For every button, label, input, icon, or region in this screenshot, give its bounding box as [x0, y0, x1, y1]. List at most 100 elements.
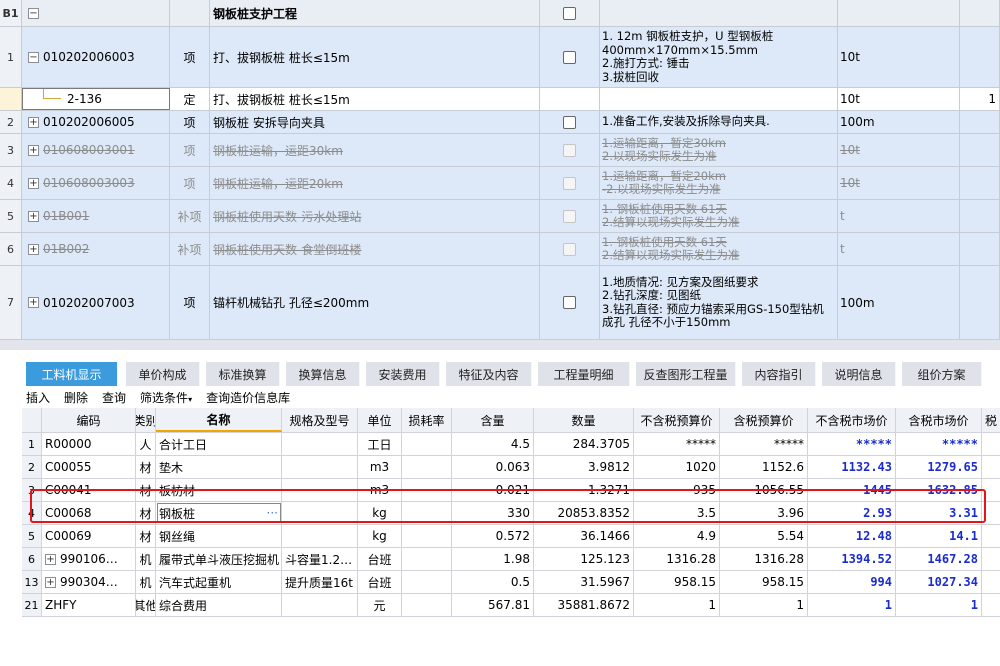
item-row[interactable]: 4 +010608003003 项 钢板桩运输，运距20km 1.运输距离，暂定… — [0, 167, 1000, 200]
material-name[interactable]: 钢丝绳 — [156, 525, 282, 547]
budget-price-ex-tax[interactable]: 1 — [634, 594, 720, 616]
material-quantity[interactable]: 284.3705 — [534, 433, 634, 455]
tab-reverse-lookup[interactable]: 反查图形工程量 — [636, 362, 736, 386]
row-number[interactable]: 1 — [22, 433, 42, 455]
material-row[interactable]: 2 C00055 材垫木 m3 0.063 3.9812 1020 1152.6 1132.43… — [22, 456, 1000, 479]
expand-icon[interactable]: + — [28, 116, 39, 128]
market-price-ex-tax[interactable]: 1132.43 — [808, 456, 896, 478]
tab-quantity-detail[interactable]: 工程量明细 — [538, 362, 630, 386]
material-quantity[interactable]: 36.1466 — [534, 525, 634, 547]
market-price-inc-tax[interactable]: 1027.34 — [896, 571, 982, 593]
material-code[interactable]: C00069 — [42, 525, 136, 547]
material-code[interactable]: R00000 — [42, 433, 136, 455]
row-number[interactable]: 21 — [22, 594, 42, 616]
tax-cell[interactable] — [982, 433, 1000, 455]
tab-labor-material-machine[interactable]: 工料机显示 — [26, 362, 118, 386]
material-content[interactable]: 0.572 — [452, 525, 534, 547]
tab-description[interactable]: 说明信息 — [822, 362, 896, 386]
market-price-ex-tax[interactable]: ***** — [808, 433, 896, 455]
item-checkbox[interactable] — [563, 242, 576, 256]
loss-rate[interactable] — [402, 548, 452, 570]
material-row[interactable]: 1 R00000 人合计工日 工日 4.5 284.3705 ***** ***** *****… — [22, 433, 1000, 456]
material-content[interactable]: 0.063 — [452, 456, 534, 478]
tab-conversion-info[interactable]: 换算信息 — [286, 362, 360, 386]
material-quantity[interactable]: 31.5967 — [534, 571, 634, 593]
material-quantity[interactable]: 125.123 — [534, 548, 634, 570]
loss-rate[interactable] — [402, 525, 452, 547]
material-category[interactable]: 机 — [136, 548, 156, 570]
col-spec[interactable]: 规格及型号 — [282, 408, 358, 432]
material-spec[interactable]: 斗容量1.2… — [282, 548, 358, 570]
material-unit[interactable]: 台班 — [358, 571, 402, 593]
material-row[interactable]: 21ZHFY其他综合费用元567.8135881.86721111 — [22, 594, 1000, 617]
item-checkbox[interactable] — [563, 50, 576, 64]
col-market-price-inc-tax[interactable]: 含税市场价 — [896, 408, 982, 432]
material-quantity[interactable]: 35881.8672 — [534, 594, 634, 616]
budget-price-inc-tax[interactable]: 5.54 — [720, 525, 808, 547]
material-name[interactable]: 汽车式起重机 — [156, 571, 282, 593]
item-row[interactable]: 7 +010202007003 项 锚杆机械钻孔 孔径≤200mm 1.地质情况… — [0, 266, 1000, 340]
price-library-button[interactable]: 查询造价信息库 — [206, 389, 290, 406]
material-name[interactable]: 履带式单斗液压挖掘机 — [156, 548, 282, 570]
section-row[interactable]: B1 − 钢板桩支护工程 — [0, 0, 1000, 27]
material-content[interactable]: 0.5 — [452, 571, 534, 593]
col-content[interactable]: 含量 — [452, 408, 534, 432]
delete-button[interactable]: 删除 — [64, 389, 88, 406]
item-checkbox[interactable] — [563, 115, 576, 129]
section-checkbox[interactable] — [563, 6, 576, 20]
market-price-ex-tax[interactable]: 1 — [808, 594, 896, 616]
item-row[interactable]: 1 −010202006003 项 打、拔钢板桩 桩长≤15m 1. 12m 钢… — [0, 27, 1000, 88]
col-budget-price-ex-tax[interactable]: 不含税预算价 — [634, 408, 720, 432]
col-quantity[interactable]: 数量 — [534, 408, 634, 432]
material-name[interactable]: 垫木 — [156, 456, 282, 478]
tax-cell[interactable] — [982, 456, 1000, 478]
material-unit[interactable]: 元 — [358, 594, 402, 616]
material-row[interactable]: 13 +990304… 机汽车式起重机 提升质量16t 台班 0.5 31.5967 958.… — [22, 571, 1000, 594]
expand-icon[interactable]: + — [28, 210, 39, 222]
material-content[interactable]: 1.98 — [452, 548, 534, 570]
material-row[interactable]: 6 +990106… 机履带式单斗液压挖掘机 斗容量1.2… 台班 1.98 125.123… — [22, 548, 1000, 571]
query-button[interactable]: 查询 — [102, 389, 126, 406]
item-checkbox[interactable] — [563, 296, 576, 309]
item-row[interactable]: 3 +010608003001 项 钢板桩运输，运距30km 1.运输距离，暂定… — [0, 134, 1000, 167]
market-price-inc-tax[interactable]: 1279.65 — [896, 456, 982, 478]
material-spec[interactable] — [282, 525, 358, 547]
material-category[interactable]: 材 — [136, 456, 156, 478]
quota-code-cell[interactable]: 2-136 — [22, 88, 170, 110]
col-loss-rate[interactable]: 损耗率 — [402, 408, 452, 432]
material-content[interactable]: 567.81 — [452, 594, 534, 616]
budget-price-inc-tax[interactable]: 1316.28 — [720, 548, 808, 570]
material-unit[interactable]: 台班 — [358, 548, 402, 570]
budget-price-inc-tax[interactable]: 1152.6 — [720, 456, 808, 478]
item-row[interactable]: 2 +010202006005 项 钢板桩 安拆导向夹具 1.准备工作,安装及拆… — [0, 111, 1000, 134]
material-unit[interactable]: 工日 — [358, 433, 402, 455]
material-content[interactable]: 4.5 — [452, 433, 534, 455]
item-row[interactable]: 6 +01B002 补项 钢板桩使用天数-食堂倒班楼 1. 钢板桩使用天数 61… — [0, 233, 1000, 266]
col-code[interactable]: 编码 — [42, 408, 136, 432]
material-category[interactable]: 人 — [136, 433, 156, 455]
expand-icon[interactable]: + — [28, 243, 39, 255]
material-unit[interactable]: m3 — [358, 456, 402, 478]
loss-rate[interactable] — [402, 571, 452, 593]
tax-cell[interactable] — [982, 548, 1000, 570]
material-code[interactable]: C00055 — [42, 456, 136, 478]
tax-cell[interactable] — [982, 571, 1000, 593]
material-name[interactable]: 综合费用 — [156, 594, 282, 616]
material-code[interactable]: ZHFY — [42, 594, 136, 616]
budget-price-inc-tax[interactable]: 958.15 — [720, 571, 808, 593]
loss-rate[interactable] — [402, 433, 452, 455]
budget-price-ex-tax[interactable]: 4.9 — [634, 525, 720, 547]
market-price-inc-tax[interactable]: 1 — [896, 594, 982, 616]
material-category[interactable]: 机 — [136, 571, 156, 593]
market-price-ex-tax[interactable]: 994 — [808, 571, 896, 593]
panel-splitter[interactable] — [0, 340, 1000, 350]
budget-price-ex-tax[interactable]: 1020 — [634, 456, 720, 478]
tax-cell[interactable] — [982, 525, 1000, 547]
material-spec[interactable] — [282, 433, 358, 455]
filter-button[interactable]: 筛选条件▾ — [140, 389, 192, 406]
col-name[interactable]: 名称 — [156, 408, 282, 432]
tax-cell[interactable] — [982, 594, 1000, 616]
expand-icon[interactable]: + — [28, 144, 39, 156]
budget-price-ex-tax[interactable]: 958.15 — [634, 571, 720, 593]
material-category[interactable]: 其他 — [136, 594, 156, 616]
